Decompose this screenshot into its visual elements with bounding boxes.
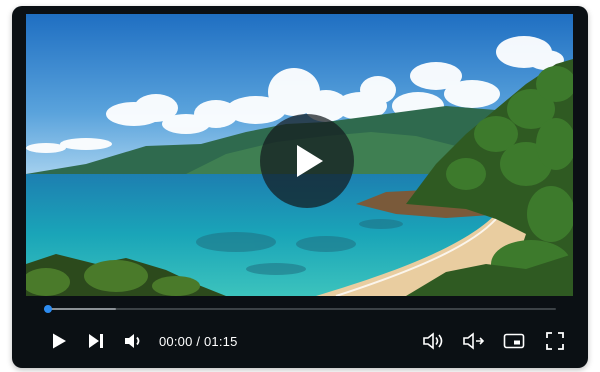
video-frame[interactable] [26, 14, 573, 296]
subtitle-button[interactable] [461, 328, 487, 354]
play-icon [53, 333, 66, 349]
play-icon [297, 145, 323, 177]
time-separator: / [192, 334, 204, 349]
time-display: 00:00 / 01:15 [159, 334, 238, 349]
current-time: 00:00 [159, 334, 193, 349]
center-play-button[interactable] [260, 114, 354, 208]
next-button[interactable] [83, 328, 109, 354]
subtitle-icon [463, 332, 485, 350]
fullscreen-icon [546, 332, 564, 350]
control-bar: 00:00 / 01:15 [26, 296, 573, 368]
skip-next-icon [89, 334, 103, 348]
fullscreen-button[interactable] [542, 328, 568, 354]
audio-track-button[interactable] [421, 328, 447, 354]
picture-in-picture-button[interactable] [501, 328, 527, 354]
volume-icon [125, 334, 140, 348]
video-player: 00:00 / 01:15 [12, 6, 588, 368]
progress-handle[interactable] [44, 305, 52, 313]
volume-button[interactable] [121, 328, 147, 354]
play-button[interactable] [46, 328, 72, 354]
audio-track-icon [423, 332, 443, 350]
buffered-range [44, 308, 116, 310]
progress-bar[interactable] [44, 305, 556, 313]
picture-in-picture-icon [503, 333, 525, 349]
duration: 01:15 [203, 334, 238, 349]
